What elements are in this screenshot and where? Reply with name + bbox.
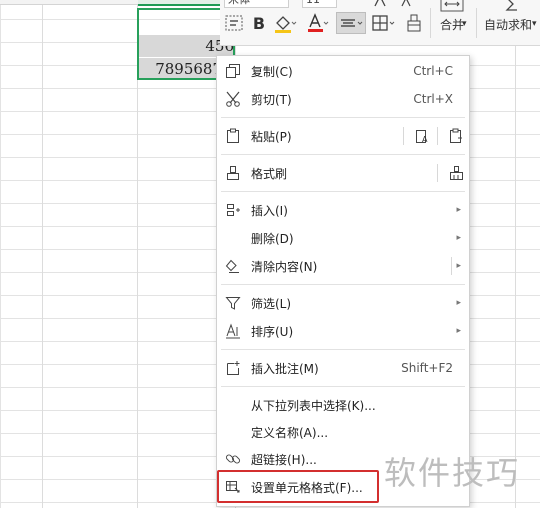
menu-vertical-separator — [403, 127, 404, 145]
align-center-icon[interactable] — [336, 12, 366, 34]
sort-icon — [224, 322, 242, 340]
cut-icon — [224, 90, 242, 108]
menu-vertical-separator — [437, 127, 438, 145]
menu-item-copy[interactable]: 复制(C) Ctrl+C — [217, 59, 469, 83]
link-icon — [224, 450, 242, 468]
submenu-arrow-icon: ▸ — [456, 326, 461, 336]
autosum-dropdown-icon[interactable]: ▾ — [532, 19, 537, 29]
menu-shortcut: Shift+F2 — [401, 361, 453, 375]
copy-icon — [224, 62, 242, 80]
menu-separator — [221, 154, 465, 155]
menu-item-clear-contents[interactable]: 清除内容(N) ▸ — [217, 254, 469, 278]
bold-icon[interactable]: B — [250, 12, 268, 34]
menu-separator — [221, 349, 465, 350]
merge-icon[interactable] — [438, 0, 466, 14]
wrap-icon[interactable] — [224, 12, 244, 34]
insert-icon — [224, 201, 242, 219]
menu-item-define-name[interactable]: 定义名称(A)... — [217, 420, 469, 444]
menu-item-label: 排序(U) — [251, 324, 294, 339]
merge-label[interactable]: 合并 — [440, 16, 464, 33]
menu-separator — [221, 386, 465, 387]
svg-text:A: A — [422, 135, 428, 144]
menu-item-paste[interactable]: 粘贴(P) A — [217, 124, 469, 148]
menu-separator — [221, 191, 465, 192]
formatting-toolbar: 宋体 11 B — [220, 0, 540, 46]
paste-values-icon[interactable]: A — [413, 127, 431, 145]
menu-vertical-separator — [437, 164, 438, 182]
menu-item-label: 清除内容(N) — [251, 259, 318, 274]
menu-item-cut[interactable]: 剪切(T) Ctrl+X — [217, 87, 469, 111]
menu-item-label: 插入(I) — [251, 203, 288, 218]
menu-item-label: 删除(D) — [251, 231, 294, 246]
menu-item-label: 插入批注(M) — [251, 361, 319, 376]
menu-vertical-separator — [451, 257, 452, 275]
paste-icon — [224, 127, 242, 145]
column-divider — [42, 0, 43, 508]
menu-item-sort[interactable]: 排序(U) ▸ — [217, 319, 469, 343]
menu-item-label: 超链接(H)... — [251, 452, 317, 467]
menu-item-insert[interactable]: 插入(I) ▸ — [217, 198, 469, 222]
menu-item-insert-comment[interactable]: 插入批注(M) Shift+F2 — [217, 356, 469, 380]
paste-special-icon[interactable] — [447, 127, 465, 145]
menu-shortcut: Ctrl+C — [413, 64, 453, 78]
comment-icon — [224, 359, 242, 377]
submenu-arrow-icon: ▸ — [456, 261, 461, 271]
menu-item-filter[interactable]: 筛选(L) ▸ — [217, 291, 469, 315]
toolbar-separator — [430, 8, 431, 38]
menu-item-label: 粘贴(P) — [251, 129, 292, 144]
autosum-label[interactable]: 自动求和 — [484, 16, 532, 33]
font-color-icon[interactable] — [306, 12, 330, 34]
format-painter-icon — [224, 164, 242, 182]
menu-separator — [221, 117, 465, 118]
context-menu: 复制(C) Ctrl+C 剪切(T) Ctrl+X 粘贴(P) A 格式刷 插入… — [216, 55, 470, 507]
format-painter-multi-icon[interactable] — [447, 164, 465, 182]
column-divider — [515, 0, 516, 508]
menu-item-label: 筛选(L) — [251, 296, 292, 311]
cell-value[interactable]: 7895687 — [155, 60, 222, 78]
watermark: 软件技巧 — [384, 454, 521, 492]
filter-icon — [224, 294, 242, 312]
fill-color-icon[interactable] — [272, 12, 298, 34]
font-size-select[interactable]: 11 — [302, 0, 337, 8]
decrease-font-icon[interactable] — [398, 0, 414, 8]
submenu-arrow-icon: ▸ — [456, 205, 461, 215]
menu-shortcut: Ctrl+X — [413, 92, 453, 106]
menu-item-delete[interactable]: 删除(D) ▸ — [217, 226, 469, 250]
toolbar-separator — [476, 8, 477, 38]
merge-dropdown-icon[interactable]: ▾ — [462, 19, 467, 29]
font-name-select[interactable]: 宋体 — [224, 0, 289, 8]
menu-item-label: 从下拉列表中选择(K)... — [251, 398, 376, 413]
menu-item-pick-from-list[interactable]: 从下拉列表中选择(K)... — [217, 393, 469, 417]
borders-icon[interactable] — [370, 12, 398, 34]
menu-item-format-painter[interactable]: 格式刷 — [217, 161, 469, 185]
menu-item-label: 格式刷 — [251, 166, 288, 181]
increase-font-icon[interactable] — [372, 0, 388, 8]
column-header-f[interactable]: F — [88, 0, 95, 1]
eraser-icon — [224, 257, 242, 275]
format-painter-toolbar-icon[interactable] — [404, 12, 424, 34]
menu-item-label: 复制(C) — [251, 64, 293, 79]
autosum-icon[interactable] — [502, 0, 522, 14]
column-header-g: G — [182, 0, 192, 1]
menu-separator — [221, 284, 465, 285]
menu-item-label: 定义名称(A)... — [251, 425, 329, 440]
highlight-box — [217, 470, 379, 503]
submenu-arrow-icon: ▸ — [456, 298, 461, 308]
menu-item-label: 剪切(T) — [251, 92, 292, 107]
submenu-arrow-icon: ▸ — [456, 233, 461, 243]
